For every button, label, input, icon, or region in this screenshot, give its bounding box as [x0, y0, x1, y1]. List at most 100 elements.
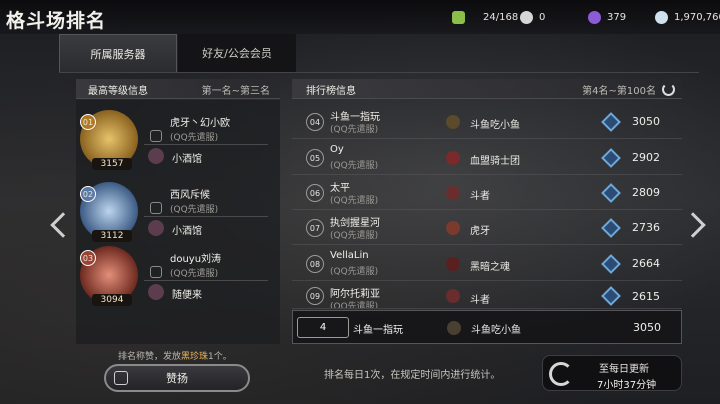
top3-player-1[interactable]: 01 3157 虎牙丶幻小欧 (QQ先遣服) 小酒馆 [76, 104, 280, 178]
guild-icon [148, 148, 164, 164]
player-name: 执剑握星河 [330, 218, 380, 229]
player-server: (QQ先遣服) [170, 205, 219, 215]
guild-name: 血盟骑士团 [470, 156, 520, 167]
top3-range: 第一名~第三名 [201, 86, 270, 97]
resource-coin: 1,970,760 [655, 9, 720, 25]
my-player-name: 斗鱼一指玩 [353, 325, 403, 336]
leaderboard-row[interactable]: 04 斗鱼一指玩 (QQ先遣服) 斗鱼吃小鱼 3050 [292, 104, 682, 139]
stamina-icon [452, 10, 465, 24]
my-rank-row: 4 斗鱼一指玩 斗鱼吃小鱼 3050 [292, 310, 682, 344]
guild-name: 斗者 [470, 191, 490, 202]
top3-player-3[interactable]: 03 3094 douyu刘涛 (QQ先遣服) 随便来 [76, 240, 280, 314]
rank-points: 3094 [92, 294, 132, 306]
guild-icon [446, 151, 460, 165]
praise-note: 排名称赞，发放黑珍珠1个。 [118, 352, 232, 362]
guild-name: 虎牙 [470, 226, 490, 237]
score: 2664 [632, 257, 660, 270]
leaderboard-range: 第4名~第100名 [582, 86, 656, 97]
rank-number: 06 [306, 184, 324, 202]
leaderboard-title: 排行榜信息 [306, 86, 356, 97]
player-server: (QQ先遣服) [330, 161, 379, 171]
guild-name: 斗者 [470, 295, 490, 306]
top3-header: 最高等级信息 第一名~第三名 [76, 79, 280, 99]
leaderboard-row[interactable]: 09 阿尔托莉亚 (QQ先遣服) 斗者 2615 [292, 281, 682, 309]
resource-stamina: 24/168 [452, 9, 518, 25]
divider [144, 280, 268, 281]
rank-tier-icon [601, 112, 621, 132]
ranking-footer-note: 排名每日1次，在规定时间内进行统计。 [324, 370, 501, 381]
page-title: 格斗场排名 [6, 10, 107, 32]
guild-icon [447, 321, 461, 335]
resource-token: 0 [520, 9, 545, 25]
rank-tier-icon [601, 286, 621, 306]
resource-gem: 379 [588, 9, 626, 25]
clock-icon [549, 362, 573, 386]
divider [144, 144, 268, 145]
rank-number: 08 [306, 255, 324, 273]
guild-icon [148, 220, 164, 236]
leaderboard-row[interactable]: 08 VellaLin (QQ先遣服) 黑暗之魂 2664 [292, 246, 682, 281]
next-arrow-icon[interactable] [680, 208, 706, 244]
prev-arrow-icon[interactable] [48, 208, 76, 244]
server-icon [150, 202, 162, 214]
player-server: (QQ先遣服) [170, 133, 219, 143]
rank-number: 07 [306, 219, 324, 237]
rank-tier-icon [601, 254, 621, 274]
rank-tier-icon [601, 148, 621, 168]
update-title: 至每日更新 [599, 364, 649, 375]
rank-number: 04 [306, 113, 324, 131]
divider [144, 216, 268, 217]
gem-icon [588, 10, 601, 24]
player-server: (QQ先遣服) [330, 125, 379, 135]
top3-title: 最高等级信息 [88, 86, 148, 97]
hand-icon [114, 371, 128, 385]
player-name: 虎牙丶幻小欧 [170, 118, 230, 129]
leaderboard-row[interactable]: 07 执剑握星河 (QQ先遣服) 虎牙 2736 [292, 210, 682, 245]
guild-icon [446, 115, 460, 129]
tab-friends-guild[interactable]: 好友/公会会员 [178, 34, 296, 72]
rank-emblem-icon: 02 3112 [80, 182, 138, 242]
update-time: 7小时37分钟 [597, 380, 657, 391]
player-name: douyu刘涛 [170, 254, 222, 265]
player-name: 太平 [330, 183, 350, 194]
guild-icon [446, 186, 460, 200]
rank-tier-icon [601, 183, 621, 203]
player-name: 斗鱼一指玩 [330, 112, 380, 123]
guild-name: 黑暗之魂 [470, 262, 510, 273]
coin-icon [655, 10, 668, 24]
leaderboard-row[interactable]: 06 太平 (QQ先遣服) 斗者 2809 [292, 175, 682, 210]
server-icon [150, 266, 162, 278]
tab-divider [59, 72, 699, 73]
guild-name: 随便来 [172, 290, 202, 301]
player-server: (QQ先遣服) [330, 231, 379, 241]
token-icon [520, 10, 533, 24]
guild-icon [148, 284, 164, 300]
player-name: 西风斥候 [170, 190, 210, 201]
player-name: 阿尔托莉亚 [330, 289, 380, 300]
rank-points: 3157 [92, 158, 132, 170]
rank-number: 05 [306, 149, 324, 167]
update-timer: 至每日更新 7小时37分钟 [542, 355, 682, 391]
player-server: (QQ先遣服) [330, 302, 379, 309]
guild-icon [446, 257, 460, 271]
leaderboard-row[interactable]: 05 Oy (QQ先遣服) 血盟骑士团 2902 [292, 140, 682, 175]
server-icon [150, 130, 162, 142]
rank-emblem-icon: 03 3094 [80, 246, 138, 306]
tab-server[interactable]: 所属服务器 [59, 34, 177, 72]
score: 2902 [632, 151, 660, 164]
refresh-icon[interactable] [662, 83, 675, 96]
score: 3050 [632, 115, 660, 128]
guild-name: 斗鱼吃小鱼 [470, 120, 520, 131]
my-score: 3050 [633, 321, 661, 334]
player-server: (QQ先遣服) [330, 196, 379, 206]
score: 2615 [632, 290, 660, 303]
guild-icon [446, 289, 460, 303]
praise-button[interactable]: 赞扬 [104, 364, 250, 392]
score: 2736 [632, 221, 660, 234]
rank-emblem-icon: 01 3157 [80, 110, 138, 170]
rank-badge: 03 [80, 250, 96, 266]
guild-name: 小酒馆 [172, 154, 202, 165]
top3-player-2[interactable]: 02 3112 西风斥候 (QQ先遣服) 小酒馆 [76, 176, 280, 250]
rank-badge: 02 [80, 186, 96, 202]
score: 2809 [632, 186, 660, 199]
